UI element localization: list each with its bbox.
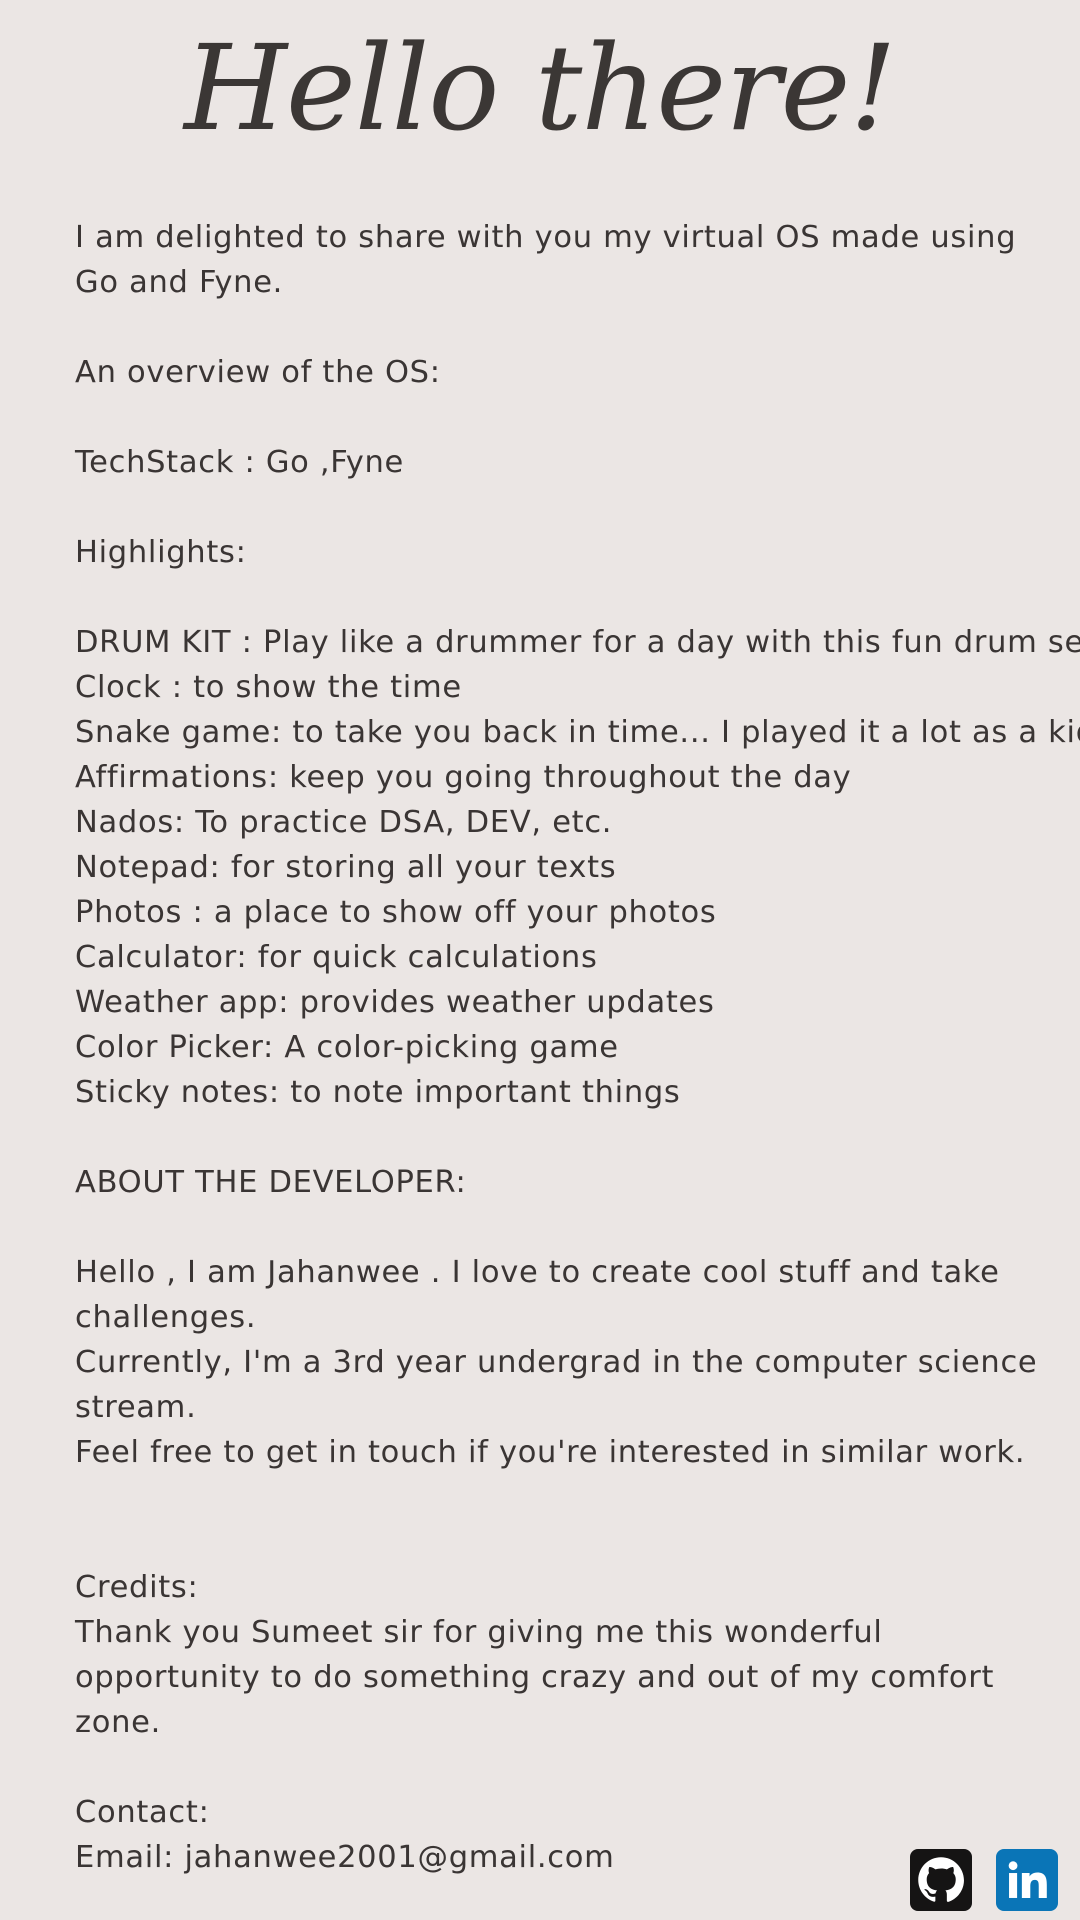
highlight-item-snake-game: Snake game: to take you back in time... … <box>75 715 1080 750</box>
about-paragraph: Hello , I am Jahanwee . I love to create… <box>75 1255 1000 1335</box>
github-icon <box>918 1857 964 1902</box>
highlight-item-weather-app: Weather app: provides weather updates <box>75 985 715 1020</box>
highlight-item-photos: Photos : a place to show off your photos <box>75 895 717 930</box>
page-title: Hello there! <box>184 19 897 157</box>
credits-heading: Credits: <box>75 1570 199 1605</box>
highlight-item-affirmations: Affirmations: keep you going throughout … <box>75 760 852 795</box>
intro-text: I am delighted to share with you my virt… <box>75 220 1017 300</box>
highlight-item-nados: Nados: To practice DSA, DEV, etc. <box>75 805 613 840</box>
contact-heading: Contact: <box>75 1795 210 1830</box>
main-content: I am delighted to share with you my virt… <box>75 215 1080 1880</box>
overview-heading: An overview of the OS: <box>75 355 441 390</box>
highlight-item-calculator: Calculator: for quick calculations <box>75 940 598 975</box>
about-paragraph: Feel free to get in touch if you're inte… <box>75 1435 1026 1470</box>
github-button[interactable] <box>910 1849 972 1911</box>
about-paragraph: Currently, I'm a 3rd year undergrad in t… <box>75 1345 1038 1425</box>
techstack-text: TechStack : Go ,Fyne <box>75 445 404 480</box>
credits-text: Thank you Sumeet sir for giving me this … <box>75 1615 995 1740</box>
highlight-item-notepad: Notepad: for storing all your texts <box>75 850 617 885</box>
highlight-item-drum-kit: DRUM KIT : Play like a drummer for a day… <box>75 625 1080 660</box>
linkedin-button[interactable] <box>996 1849 1058 1911</box>
highlight-item-color-picker: Color Picker: A color-picking game <box>75 1030 619 1065</box>
highlight-item-clock: Clock : to show the time <box>75 670 462 705</box>
highlight-item-sticky-notes: Sticky notes: to note important things <box>75 1075 681 1110</box>
about-heading: ABOUT THE DEVELOPER: <box>75 1165 467 1200</box>
highlights-heading: Highlights: <box>75 535 247 570</box>
linkedin-icon <box>1008 1861 1047 1898</box>
